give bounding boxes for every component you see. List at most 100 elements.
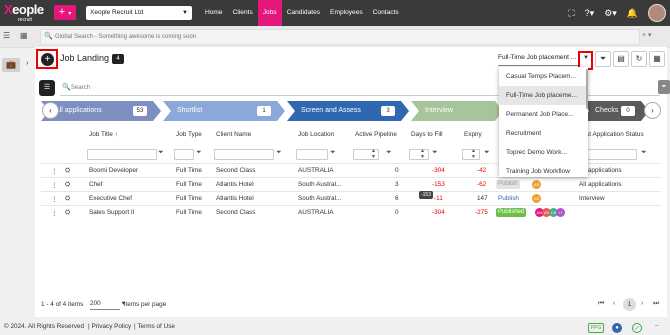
user-avatars: AS xyxy=(532,180,541,189)
list-view-icon[interactable]: ☰ xyxy=(3,31,10,40)
published-badge[interactable]: Published xyxy=(496,208,527,217)
publish-button[interactable]: Publish xyxy=(496,180,520,189)
hierarchy-icon[interactable]: ⛭ xyxy=(65,195,70,203)
dropdown-option[interactable]: Casual Temps Placem... xyxy=(499,67,588,86)
col-job-type[interactable]: Job Type xyxy=(176,131,202,138)
filter-job-title[interactable] xyxy=(87,149,157,160)
next-page-icon[interactable]: › xyxy=(641,300,643,307)
dropdown-scrollbar[interactable] xyxy=(586,69,588,109)
prev-page-icon[interactable]: ‹ xyxy=(613,300,615,307)
cell-job-title[interactable]: Executive Chef xyxy=(89,195,132,202)
dropdown-option[interactable]: Toprec Demo Work... xyxy=(499,143,588,162)
search-icon: 🔍 xyxy=(62,84,71,91)
row-menu-icon[interactable]: ⋮ xyxy=(51,209,57,217)
stages-next-button[interactable]: › xyxy=(644,102,661,119)
hierarchy-icon[interactable]: ⛭ xyxy=(65,181,70,189)
filter-icon[interactable]: ⏷ xyxy=(196,149,202,157)
col-last-application-status[interactable]: Last Application Status xyxy=(579,131,644,138)
hierarchy-icon[interactable]: ⛭ xyxy=(65,209,70,217)
publish-link[interactable]: Publish xyxy=(498,195,519,202)
stage-checks[interactable]: Checks 0 xyxy=(581,101,649,121)
dropdown-option[interactable]: Permanent Job Place... xyxy=(499,105,588,124)
row-menu-icon[interactable]: ⋮ xyxy=(51,195,57,203)
filter-job-type[interactable] xyxy=(174,149,194,160)
per-page-select[interactable]: 200 ▾ xyxy=(90,299,125,310)
cell-job-title[interactable]: Boomi Developer xyxy=(89,167,138,174)
first-page-icon[interactable]: ⏮ xyxy=(598,300,604,308)
privacy-link[interactable]: | Privacy Policy xyxy=(88,323,131,330)
avatar[interactable] xyxy=(648,4,666,22)
cell-expiry: -42 xyxy=(477,167,487,174)
row-menu-icon[interactable]: ⋮ xyxy=(51,167,57,175)
nav-contacts[interactable]: Contacts xyxy=(368,0,404,26)
col-expiry[interactable]: Expiry xyxy=(464,131,482,138)
filter-icon[interactable]: ⏷ xyxy=(276,149,282,157)
company-select[interactable]: Xeople Recruit Ltd ▼ xyxy=(86,6,192,20)
row-menu-icon[interactable]: ⋮ xyxy=(51,181,57,189)
bell-icon[interactable]: 🔔 xyxy=(627,8,638,19)
stage-screen-and-assess[interactable]: Screen and Assess 3 xyxy=(287,101,409,121)
cell-job-title[interactable]: Sales Support II xyxy=(89,209,134,216)
nav-home[interactable]: Home xyxy=(200,0,228,26)
current-page[interactable]: 1 xyxy=(623,298,636,311)
hierarchy-icon[interactable]: ⛭ xyxy=(65,167,70,175)
table-row[interactable]: ⋮ ⛭ Executive Chef Full Time Atlantis Ho… xyxy=(41,191,661,205)
nav-candidates[interactable]: Candidates xyxy=(282,0,325,26)
job-search-placeholder: Search xyxy=(71,85,91,91)
stage-shortlist[interactable]: Shortlist 1 xyxy=(163,101,285,121)
filter-icon[interactable]: ⏷ xyxy=(158,149,164,157)
nav-clients[interactable]: Clients xyxy=(228,0,258,26)
dropdown-option[interactable]: Recruitment xyxy=(499,124,588,143)
user-icon[interactable]: ● xyxy=(612,323,622,333)
fullscreen-icon[interactable]: ⛶ xyxy=(568,8,574,19)
global-search-input[interactable]: 🔍 Global Search - Something awesome is c… xyxy=(40,29,640,45)
filter-icon[interactable]: ⏷ xyxy=(386,149,392,157)
filter-icon[interactable]: ⏷ xyxy=(330,149,336,157)
stage-interview[interactable]: Interview xyxy=(411,101,503,121)
add-job-button[interactable]: + xyxy=(36,49,58,69)
filter-icon[interactable]: ⏷ xyxy=(641,149,647,157)
col-client-name[interactable]: Client Name xyxy=(216,131,251,138)
dropdown-option-selected[interactable]: Full-Time Job placeme... xyxy=(499,86,588,105)
spinner-icon[interactable]: ▲ ▼ xyxy=(420,148,425,160)
briefcase-icon[interactable]: 💼 xyxy=(2,58,20,72)
col-job-location[interactable]: Job Location xyxy=(298,131,334,138)
add-search-button[interactable]: + ▾ xyxy=(642,31,652,39)
cell-last-status: All applications xyxy=(579,181,622,188)
column-filter-icon[interactable]: ⏷ xyxy=(658,80,670,94)
stage-count: 53 xyxy=(133,106,147,116)
filter-list-button[interactable]: ☰ xyxy=(39,80,55,96)
stage-all-applications[interactable]: All applications 53 xyxy=(41,101,161,121)
stages-prev-button[interactable]: ‹ xyxy=(42,102,59,119)
chevron-right-icon[interactable]: › xyxy=(26,60,28,67)
quick-add-button[interactable]: + ▾ xyxy=(54,5,76,20)
copyright: © 2024. All Rights Reserved xyxy=(4,323,85,330)
spinner-icon[interactable]: ▲ ▼ xyxy=(471,148,476,160)
spinner-icon[interactable]: ▲ ▼ xyxy=(371,148,376,160)
grid-icon[interactable]: ▦ xyxy=(649,51,665,67)
nav-employees[interactable]: Employees xyxy=(325,0,368,26)
col-active-pipeline[interactable]: Active Pipeline xyxy=(355,131,397,138)
dropdown-option[interactable]: Training Job Workflow xyxy=(499,162,588,181)
table-row[interactable]: ⋮ ⛭ Sales Support II Full Time Second Cl… xyxy=(41,205,661,219)
last-page-icon[interactable]: ⏭ xyxy=(653,300,659,308)
check-icon[interactable]: ✓ xyxy=(632,323,642,333)
gear-icon[interactable]: ⚙▾ xyxy=(604,8,617,19)
col-days-to-fill[interactable]: Days to Fill xyxy=(411,131,443,138)
filter-icon[interactable]: ⏷ xyxy=(484,149,490,157)
filter-client-name[interactable] xyxy=(214,149,274,160)
nav-jobs[interactable]: Jobs xyxy=(257,0,282,26)
terms-link[interactable]: | Terms of Use xyxy=(134,323,175,330)
col-job-title[interactable]: Job Title ↑ xyxy=(89,131,118,138)
filter-icon[interactable]: ⏷ xyxy=(432,149,438,157)
filter-job-location[interactable] xyxy=(296,149,328,160)
filter-days-to-fill[interactable] xyxy=(409,149,429,160)
xeople-logo[interactable]: Xeople recruit xyxy=(4,2,48,24)
refresh-icon[interactable]: ↻ xyxy=(631,51,647,67)
grid-view-icon[interactable]: ▦ xyxy=(20,31,28,40)
filter-icon[interactable]: ⏷ xyxy=(595,51,611,67)
help-icon[interactable]: ?▾ xyxy=(585,8,595,19)
workflow-select[interactable]: Full-Time Job placement ... xyxy=(498,54,580,66)
cell-job-title[interactable]: Chef xyxy=(89,181,103,188)
table-icon[interactable]: ▤ xyxy=(613,51,629,67)
